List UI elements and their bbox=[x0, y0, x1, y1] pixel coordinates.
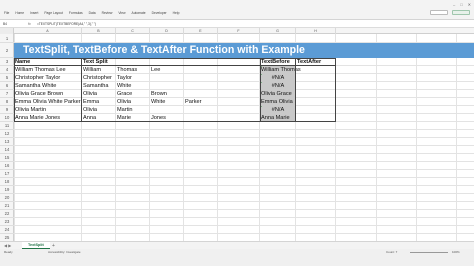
maximize-icon[interactable]: □ bbox=[460, 2, 462, 7]
row-header-9[interactable]: 9 bbox=[0, 106, 14, 114]
row-header-14[interactable]: 14 bbox=[0, 146, 14, 154]
ribbon-tab-review[interactable]: Review bbox=[99, 9, 116, 18]
row-header-20[interactable]: 20 bbox=[0, 194, 14, 202]
row-header-18[interactable]: 18 bbox=[0, 178, 14, 186]
row-header-21[interactable]: 21 bbox=[0, 202, 14, 210]
row-header-25[interactable]: 25 bbox=[0, 234, 14, 241]
gridline-vertical bbox=[456, 34, 457, 241]
row-header-10[interactable]: 10 bbox=[0, 114, 14, 122]
ribbon-tab-data[interactable]: Data bbox=[86, 9, 99, 18]
ribbon-tab-page-layout[interactable]: Page Layout bbox=[41, 9, 66, 18]
row-header-22[interactable]: 22 bbox=[0, 210, 14, 218]
gridline-horizontal bbox=[14, 185, 474, 186]
row-header-8[interactable]: 8 bbox=[0, 98, 14, 106]
fx-icon[interactable]: fx bbox=[28, 21, 31, 27]
status-bar: Ready Accessibility: Investigate Count: … bbox=[0, 249, 474, 266]
ribbon: – □ ✕ File Home Insert Page Layout Formulas D… bbox=[0, 0, 474, 20]
title-text: TextSplit, TextBefore & TextAfter Functi… bbox=[23, 44, 305, 56]
gridline-horizontal bbox=[14, 153, 474, 154]
header-row-outline bbox=[14, 58, 336, 66]
gridline-horizontal bbox=[14, 201, 474, 202]
ribbon-tab-developer[interactable]: Developer bbox=[149, 9, 170, 18]
cell-area[interactable]: TextSplit, TextBefore & TextAfter Functi… bbox=[14, 34, 474, 241]
row-header-15[interactable]: 15 bbox=[0, 154, 14, 162]
formula-bar: B4 fx =TEXTSPLIT(TEXTBEFORE(A4," ",3)," … bbox=[0, 20, 474, 28]
gridline-horizontal bbox=[14, 177, 474, 178]
ribbon-tab-home[interactable]: Home bbox=[12, 9, 27, 18]
ribbon-right-controls bbox=[430, 10, 470, 15]
window-controls: – □ ✕ bbox=[453, 2, 471, 7]
gridline-horizontal bbox=[14, 169, 474, 170]
ribbon-tab-insert[interactable]: Insert bbox=[27, 9, 41, 18]
row-header-16[interactable]: 16 bbox=[0, 162, 14, 170]
ribbon-tab-automate[interactable]: Automate bbox=[129, 9, 149, 18]
textbefore-column-outline bbox=[260, 58, 296, 122]
gridline-vertical bbox=[416, 34, 417, 241]
row-header-17[interactable]: 17 bbox=[0, 170, 14, 178]
close-icon[interactable]: ✕ bbox=[468, 2, 471, 7]
row-header-1[interactable]: 1 bbox=[0, 34, 14, 43]
row-header-11[interactable]: 11 bbox=[0, 122, 14, 130]
gridline-horizontal bbox=[14, 161, 474, 162]
sheet-tab-bar: ◀ ▶ TextSplit + bbox=[0, 241, 474, 249]
row-header-23[interactable]: 23 bbox=[0, 218, 14, 226]
gridline-horizontal bbox=[14, 193, 474, 194]
gridline-horizontal bbox=[14, 217, 474, 218]
row-header-6[interactable]: 6 bbox=[0, 82, 14, 90]
comments-button[interactable] bbox=[430, 10, 448, 15]
worksheet-grid: ABCDEFGH 1 2 3 4 5 6 7 8 9 10 11 12 13 14 15 16 17 18 19 20… bbox=[0, 28, 474, 241]
row-header-3[interactable]: 3 bbox=[0, 58, 14, 66]
row-header-24[interactable]: 24 bbox=[0, 226, 14, 234]
selection-count: Count: 7 bbox=[386, 250, 398, 254]
name-box[interactable]: B4 bbox=[3, 21, 23, 27]
row-headers: 1 2 3 4 5 6 7 8 9 10 11 12 13 14 15 16 17 18 19 20 21 22 23 24 2… bbox=[0, 34, 14, 241]
row-header-12[interactable]: 12 bbox=[0, 130, 14, 138]
ribbon-tab-file[interactable]: File bbox=[0, 9, 12, 18]
gridline-horizontal bbox=[14, 209, 474, 210]
ribbon-tab-view[interactable]: View bbox=[115, 9, 128, 18]
gridline-horizontal bbox=[14, 225, 474, 226]
minimize-icon[interactable]: – bbox=[453, 2, 455, 7]
share-button[interactable] bbox=[452, 10, 470, 15]
gridline-vertical bbox=[376, 34, 377, 241]
gridline-horizontal bbox=[14, 233, 474, 234]
gridline-horizontal bbox=[14, 129, 474, 130]
ribbon-tab-formulas[interactable]: Formulas bbox=[66, 9, 86, 18]
zoom-slider[interactable] bbox=[410, 252, 448, 253]
ribbon-tab-help[interactable]: Help bbox=[170, 9, 183, 18]
row-header-2[interactable]: 2 bbox=[0, 43, 14, 58]
accessibility-status[interactable]: Accessibility: Investigate bbox=[48, 250, 81, 254]
row-header-13[interactable]: 13 bbox=[0, 138, 14, 146]
row-header-4[interactable]: 4 bbox=[0, 66, 14, 74]
gridline-horizontal bbox=[14, 137, 474, 138]
sheet-tab-textsplit[interactable]: TextSplit bbox=[22, 242, 50, 249]
row-header-5[interactable]: 5 bbox=[0, 74, 14, 82]
gridline-horizontal bbox=[14, 145, 474, 146]
zoom-level[interactable]: 100% bbox=[452, 250, 460, 254]
ribbon-tabs: File Home Insert Page Layout Formulas Data Rev… bbox=[0, 9, 182, 18]
title-banner: TextSplit, TextBefore & TextAfter Functi… bbox=[14, 43, 474, 58]
row-header-19[interactable]: 19 bbox=[0, 186, 14, 194]
formula-input[interactable]: =TEXTSPLIT(TEXTBEFORE(A4," ",3)," ") bbox=[37, 21, 96, 27]
row-header-7[interactable]: 7 bbox=[0, 90, 14, 98]
status-ready: Ready bbox=[4, 250, 13, 254]
name-column-outline bbox=[14, 58, 82, 122]
